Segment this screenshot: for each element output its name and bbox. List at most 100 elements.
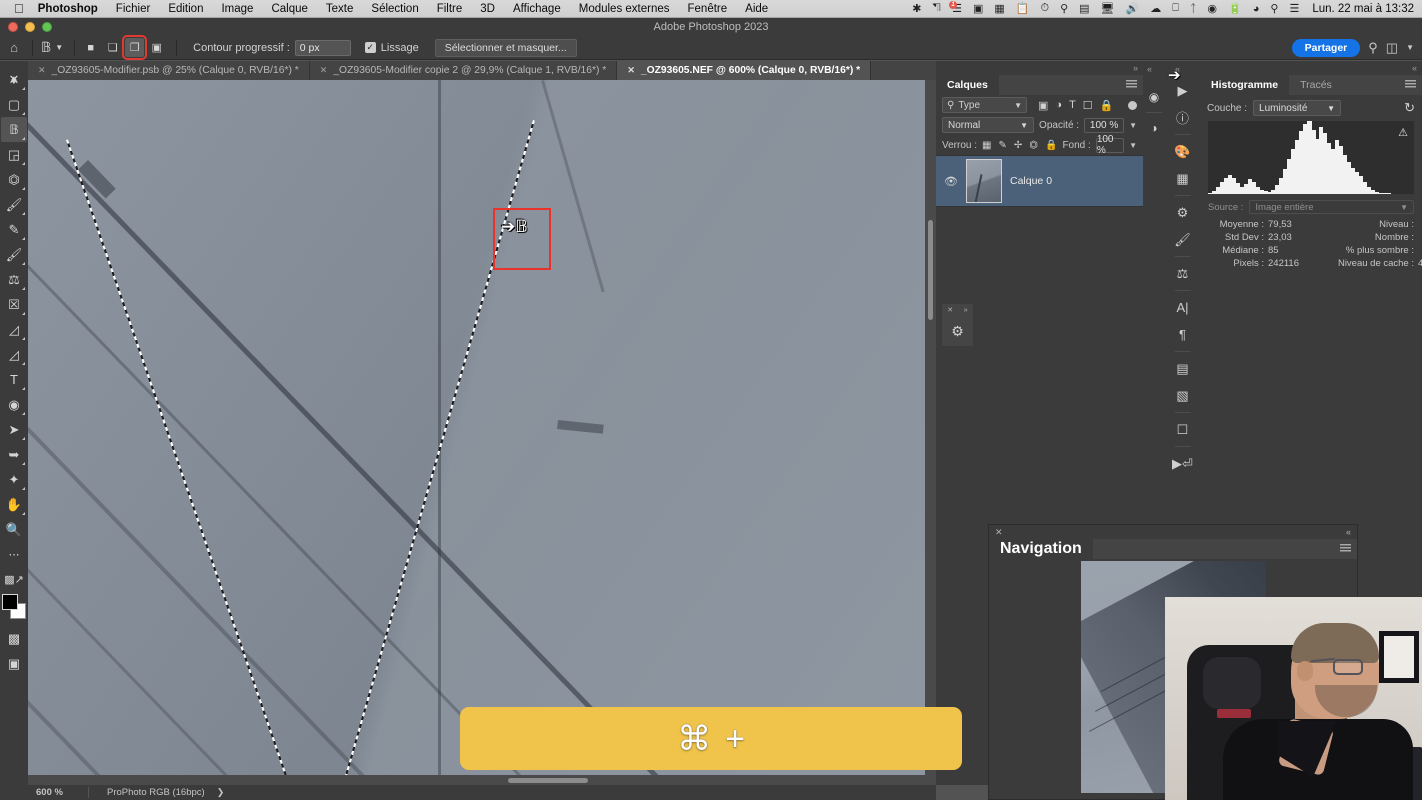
eraser-tool[interactable]: ◿: [1, 317, 27, 342]
be-icon[interactable]: ⎕: [1172, 2, 1179, 15]
smart-object-filter-icon[interactable]: 🔒: [1100, 99, 1114, 112]
menu-texte[interactable]: Texte: [326, 3, 354, 15]
source-select[interactable]: Image entière ▼: [1249, 200, 1414, 214]
blend-mode-select[interactable]: Normal ▼: [942, 117, 1035, 133]
scrollbar-thumb[interactable]: [508, 778, 588, 783]
home-icon[interactable]: ⌂: [0, 40, 28, 55]
collapse-icon[interactable]: «: [1147, 64, 1152, 74]
zoom-tool[interactable]: 🔍: [1, 517, 27, 542]
antialias-checkbox-group[interactable]: ✓ Lissage: [364, 42, 419, 54]
zoom-level[interactable]: 600 %: [28, 787, 88, 798]
dnd-icon[interactable]: ⛠: [932, 2, 941, 16]
foreground-color-swatch[interactable]: [2, 594, 18, 610]
layer-name[interactable]: Calque 0: [1010, 175, 1052, 187]
actions-icon[interactable]: ▶⏎: [1170, 450, 1196, 477]
time-machine-icon[interactable]: ⏱: [1040, 2, 1049, 15]
eyedropper-tool[interactable]: 🖌: [1, 192, 27, 217]
close-icon[interactable]: ✕: [320, 65, 328, 76]
quick-selection-tool[interactable]: ◲: [1, 142, 27, 167]
layer-thumbnail[interactable]: [966, 159, 1002, 203]
screen-mode-icon[interactable]: ▣: [1, 651, 27, 676]
fill-input[interactable]: 100 %: [1095, 134, 1125, 156]
menu-edition[interactable]: Edition: [168, 3, 203, 15]
paragraph-styles-icon[interactable]: ▧: [1170, 382, 1196, 409]
clone-stamp-tool[interactable]: ⚖: [1, 267, 27, 292]
brush-tool[interactable]: 🖌: [1, 242, 27, 267]
menu-modules-externes[interactable]: Modules externes: [579, 3, 670, 15]
hand-tool[interactable]: ✋: [1, 492, 27, 517]
rectangular-marquee-tool[interactable]: ▢: [1, 92, 27, 117]
menu-filtre[interactable]: Filtre: [437, 3, 463, 15]
tab-traces[interactable]: Tracés: [1289, 75, 1343, 95]
feather-input[interactable]: 0 px: [294, 39, 351, 56]
notes-icon[interactable]: ☐: [1170, 416, 1196, 443]
scrollbar-thumb[interactable]: [928, 220, 933, 320]
tab-navigation[interactable]: Navigation: [989, 539, 1093, 559]
cloud-icon[interactable]: ☁: [1150, 2, 1161, 15]
info-icon[interactable]: ⓘ: [1170, 104, 1196, 131]
tab-histogramme[interactable]: Histogramme: [1200, 75, 1290, 95]
menu-3d[interactable]: 3D: [480, 3, 495, 15]
quick-mask-icon[interactable]: ▩: [1, 626, 27, 651]
menu-affichage[interactable]: Affichage: [513, 3, 561, 15]
character-styles-icon[interactable]: ▤: [1170, 355, 1196, 382]
adjustments-icon[interactable]: ⚙: [1170, 199, 1196, 226]
apple-icon[interactable]: : [14, 2, 24, 15]
menu-fichier[interactable]: Fichier: [116, 3, 151, 15]
collapse-icon[interactable]: «: [1346, 527, 1351, 537]
adjustments-panel-icon[interactable]: ◑: [1143, 116, 1165, 140]
workspace-icon[interactable]: ◫: [1386, 40, 1398, 56]
type-filter-icon[interactable]: T: [1069, 99, 1076, 111]
active-tool-preset[interactable]: 𝔹 ▼: [37, 39, 70, 56]
lasso-tool[interactable]: 𝔹: [1, 117, 27, 142]
user-icon[interactable]: ◉: [1207, 2, 1217, 15]
more-tools-icon[interactable]: ⋯: [1, 542, 27, 567]
crop-tool[interactable]: ⏣: [1, 167, 27, 192]
document-canvas[interactable]: ➔𝔹: [28, 80, 936, 785]
color-panel-icon[interactable]: ◉: [1143, 85, 1165, 109]
panel-menu-icon[interactable]: [1405, 80, 1416, 89]
menu-photoshop[interactable]: Photoshop: [38, 3, 98, 15]
floating-properties-chip[interactable]: ✕ » ⚙: [941, 303, 974, 347]
document-tab-2[interactable]: ✕ _OZ93605-Modifier copie 2 @ 29,9% (Cal…: [309, 61, 618, 80]
adjustment-filter-icon[interactable]: ◑: [1055, 99, 1062, 111]
paragraph-icon[interactable]: ¶: [1170, 321, 1196, 348]
dodge-tool[interactable]: ◉: [1, 392, 27, 417]
shape-tool[interactable]: ✦: [1, 467, 27, 492]
screen-record-icon[interactable]: ▣: [973, 2, 983, 15]
layer-visibility-icon[interactable]: 👁: [944, 175, 958, 188]
search-icon[interactable]: ⚲: [1368, 40, 1378, 56]
healing-brush-tool[interactable]: ✎: [1, 217, 27, 242]
channel-select[interactable]: Luminosité ▼: [1253, 100, 1342, 116]
menu-selection[interactable]: Sélection: [371, 3, 418, 15]
menu-fenetre[interactable]: Fenêtre: [688, 3, 728, 15]
spotlight-icon[interactable]: ⚲: [1270, 2, 1278, 15]
filter-toggle-icon[interactable]: [1128, 100, 1137, 110]
warning-icon[interactable]: ⚠: [1398, 126, 1408, 139]
lock-transparency-icon[interactable]: ▦: [982, 140, 991, 151]
document-tab-1[interactable]: ✕ _OZ93605-Modifier.psb @ 25% (Calque 0,…: [28, 61, 310, 80]
lock-position-icon[interactable]: ✢: [1014, 140, 1022, 151]
character-icon[interactable]: A|: [1170, 294, 1196, 321]
layer-row-calque-0[interactable]: 👁 Calque 0: [936, 155, 1143, 207]
grid-icon[interactable]: ▦: [1170, 165, 1196, 192]
close-icon[interactable]: ✕: [627, 65, 635, 76]
adjustments-icon[interactable]: ⚙: [942, 316, 973, 346]
antialias-checkbox[interactable]: ✓: [364, 42, 376, 53]
canvas-horizontal-scrollbar[interactable]: [28, 775, 936, 785]
chevron-down-icon[interactable]: ▼: [1129, 141, 1137, 150]
swatches-icon[interactable]: 🎨: [1170, 138, 1196, 165]
menu-calque[interactable]: Calque: [271, 3, 307, 15]
collapse-icon[interactable]: »: [1133, 63, 1138, 73]
chevron-down-icon[interactable]: ▼: [55, 43, 63, 52]
clone-source-icon[interactable]: ⚖: [1170, 260, 1196, 287]
menu-aide[interactable]: Aide: [745, 3, 768, 15]
subtract-from-selection-button[interactable]: ❐: [122, 35, 148, 60]
battery-icon[interactable]: 🔋: [1228, 2, 1242, 15]
refresh-icon[interactable]: ↻: [1404, 100, 1415, 116]
lock-image-icon[interactable]: ✎: [998, 140, 1006, 151]
volume-icon[interactable]: 🔊: [1126, 2, 1140, 15]
close-icon[interactable]: ✕: [947, 306, 953, 314]
intersect-selection-button[interactable]: ▣: [147, 38, 166, 57]
clipboard-icon[interactable]: 📋: [1016, 2, 1030, 15]
